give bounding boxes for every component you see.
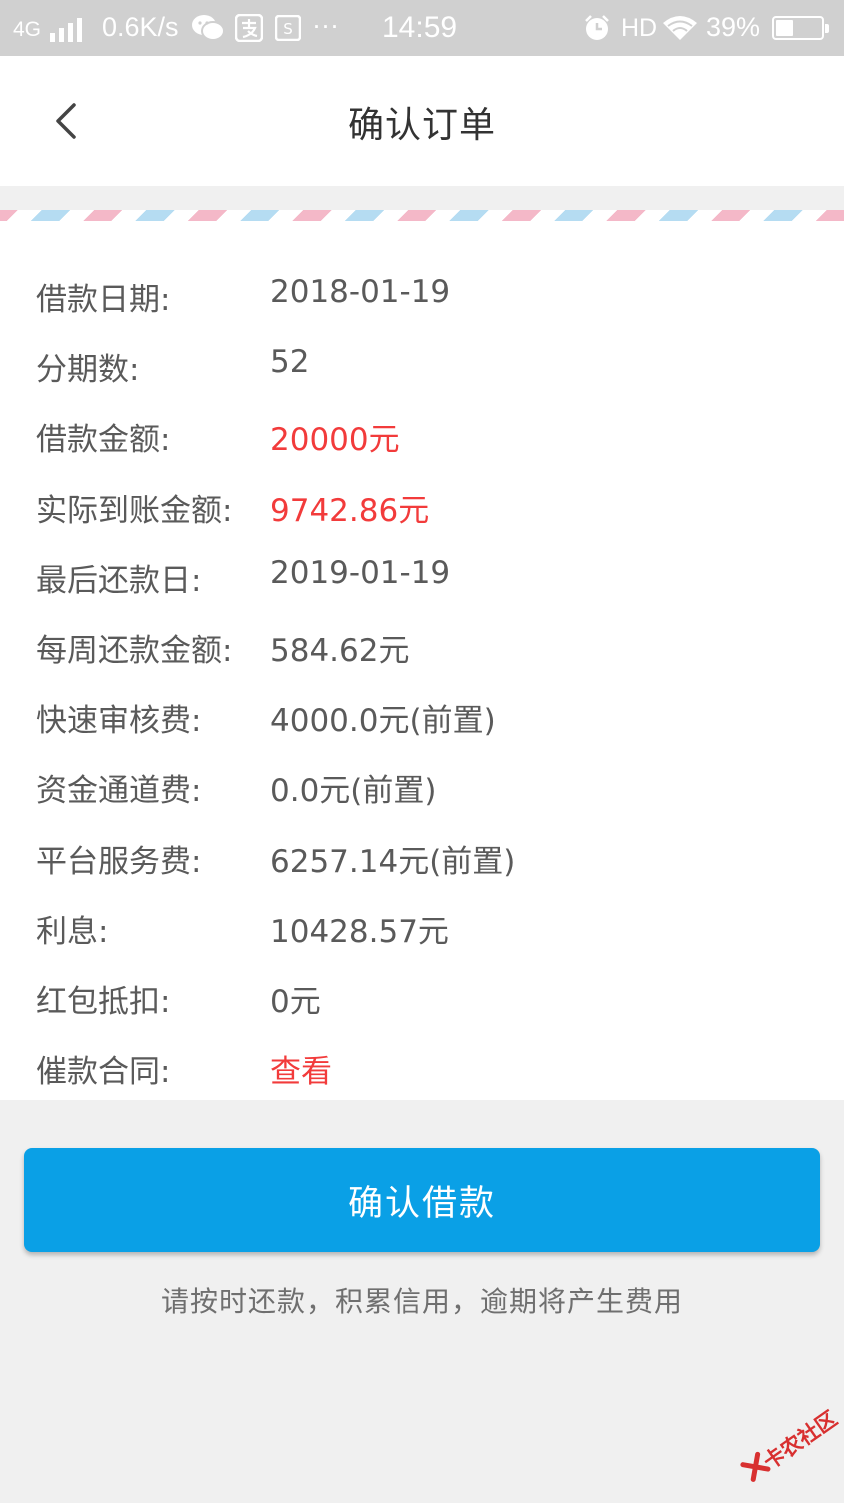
detail-label: 借款金额: — [36, 422, 171, 459]
status-bar: 4G 0.6K/s S ··· 14:59 HD 39% — [0, 0, 844, 56]
detail-label: 每周还款金额: — [36, 632, 233, 669]
section-gap — [0, 186, 844, 210]
detail-label: 快速审核费: — [36, 703, 202, 740]
battery-icon — [772, 16, 829, 40]
detail-row-loan-amount: 借款金额: 20000元 — [0, 400, 844, 470]
detail-label: 红包抵扣: — [36, 983, 171, 1020]
clock: 14:59 — [382, 11, 458, 44]
detail-value: 52 — [270, 344, 310, 381]
order-details-list: 借款日期: 2018-01-19 分期数: 52 借款金额: 20000元 实际… — [0, 260, 844, 1102]
detail-row-actual-amount: 实际到账金额: 9742.86元 — [0, 471, 844, 541]
detail-value: 4000.0元(前置) — [270, 703, 496, 740]
detail-row-collection-contract: 催款合同: 查看 — [0, 1032, 844, 1102]
view-contract-link[interactable]: 查看 — [270, 1046, 332, 1091]
order-details-card: 借款日期: 2018-01-19 分期数: 52 借款金额: 20000元 实际… — [0, 210, 844, 1100]
alarm-icon — [585, 15, 609, 40]
watermark-text: 卡农社区 — [759, 1406, 842, 1475]
detail-value: 2019-01-19 — [270, 554, 451, 591]
detail-row-last-repay-date: 最后还款日: 2019-01-19 — [0, 541, 844, 611]
card-icon: S — [275, 15, 301, 41]
detail-row-loan-date: 借款日期: 2018-01-19 — [0, 260, 844, 330]
watermark-logo: 卡农社区 — [732, 1397, 844, 1503]
hd-indicator: HD — [621, 14, 658, 42]
navbar: 确认订单 — [0, 56, 844, 186]
wifi-icon — [663, 16, 697, 40]
detail-row-weekly-repayment: 每周还款金额: 584.62元 — [0, 611, 844, 681]
detail-label: 资金通道费: — [36, 773, 202, 810]
svg-text:S: S — [283, 20, 293, 38]
detail-value: 2018-01-19 — [270, 274, 451, 310]
detail-label: 分期数: — [36, 352, 140, 389]
confirm-loan-button[interactable]: 确认借款 — [24, 1148, 820, 1252]
detail-row-installments: 分期数: 52 — [0, 330, 844, 400]
detail-row-interest: 利息: 10428.57元 — [0, 892, 844, 962]
page-title: 确认订单 — [347, 105, 496, 146]
detail-value: 20000元 — [270, 422, 400, 459]
detail-label: 平台服务费: — [36, 843, 202, 880]
network-speed: 0.6K/s — [102, 12, 179, 42]
detail-value: 0.0元(前置) — [270, 773, 437, 810]
more-notifications: ··· — [312, 10, 339, 40]
alipay-icon — [235, 14, 263, 42]
detail-label: 最后还款日: — [36, 562, 202, 599]
detail-label: 利息: — [36, 913, 109, 950]
detail-value: 0元 — [270, 983, 321, 1020]
detail-label: 实际到账金额: — [36, 492, 233, 529]
detail-value: 6257.14元(前置) — [270, 843, 516, 880]
detail-value: 9742.86元 — [270, 492, 430, 529]
detail-label: 借款日期: — [36, 282, 171, 318]
repayment-tip: 请按时还款，积累信用，逾期将产生费用 — [160, 1285, 683, 1318]
network-type: 4G — [13, 18, 42, 41]
wechat-icon — [192, 15, 225, 41]
detail-label: 催款合同: — [36, 1054, 171, 1091]
detail-value: 584.62元 — [270, 632, 410, 669]
airmail-stripe — [0, 210, 844, 221]
battery-percent: 39% — [706, 12, 761, 42]
detail-row-channel-fee: 资金通道费: 0.0元(前置) — [0, 751, 844, 821]
detail-row-service-fee: 平台服务费: 6257.14元(前置) — [0, 822, 844, 892]
signal-icon — [50, 18, 86, 42]
detail-value: 10428.57元 — [270, 913, 449, 950]
detail-row-review-fee: 快速审核费: 4000.0元(前置) — [0, 681, 844, 751]
detail-row-red-packet: 红包抵扣: 0元 — [0, 962, 844, 1032]
